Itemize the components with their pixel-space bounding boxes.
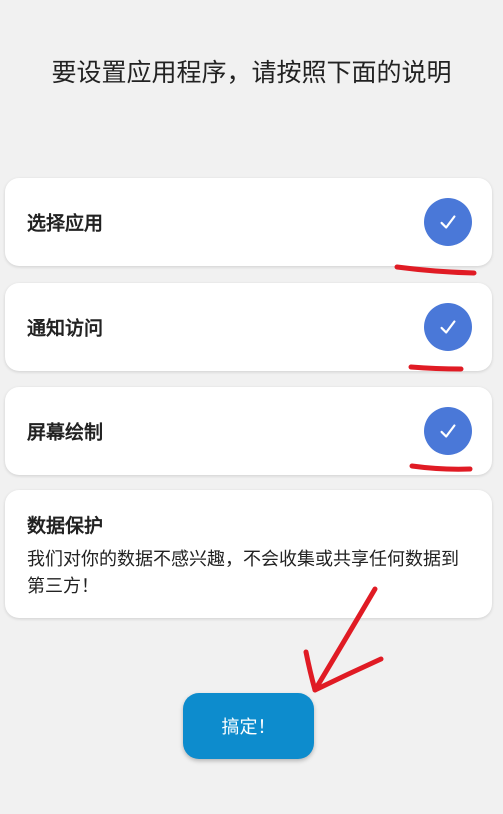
- step-label-screen-overlay: 屏幕绘制: [27, 421, 104, 444]
- check-icon: [424, 198, 472, 246]
- step-card-select-app[interactable]: 选择应用: [5, 178, 492, 266]
- arrow-mark: [303, 649, 384, 693]
- step-card-screen-overlay[interactable]: 屏幕绘制: [5, 387, 492, 475]
- privacy-title: 数据保护: [27, 515, 104, 537]
- step-label-notification-access: 通知访问: [27, 317, 104, 340]
- privacy-card: 数据保护 我们对你的数据不感兴趣，不会收集或共享任何数据到第三方！: [5, 490, 492, 618]
- step-label-select-app: 选择应用: [27, 212, 104, 235]
- underline-mark: [394, 264, 477, 276]
- done-button[interactable]: 搞定！: [183, 693, 314, 759]
- privacy-text: 我们对你的数据不感兴趣，不会收集或共享任何数据到第三方！: [27, 549, 459, 597]
- check-icon: [424, 407, 472, 455]
- check-icon: [424, 303, 472, 351]
- page-title: 要设置应用程序，请按照下面的说明: [51, 58, 452, 87]
- step-card-notification-access[interactable]: 通知访问: [5, 283, 492, 371]
